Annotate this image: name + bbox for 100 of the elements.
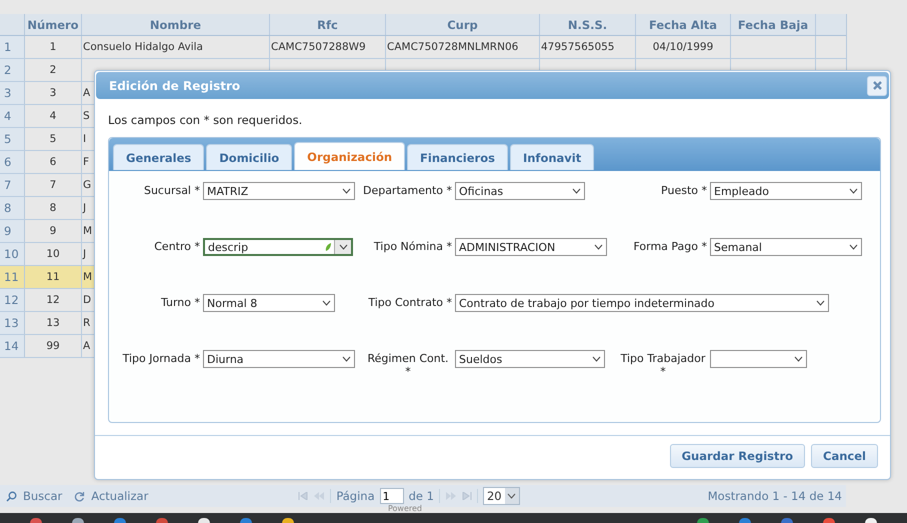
column-header[interactable]: Número [25, 14, 82, 35]
row-number[interactable]: 14 [0, 335, 25, 357]
table-cell: 13 [46, 317, 60, 329]
select-field[interactable]: Empleado [710, 182, 862, 200]
column-header[interactable]: N.S.S. [540, 14, 636, 35]
column-header[interactable]: Curp [386, 14, 540, 35]
table-cell: R [83, 317, 90, 329]
row-number[interactable]: 9 [0, 220, 25, 242]
table-cell: A [83, 87, 90, 99]
row-number[interactable]: 1 [0, 36, 25, 58]
row-number[interactable]: 5 [0, 128, 25, 150]
refresh-button[interactable]: Actualizar [72, 489, 150, 503]
required-note: Los campos con * son requeridos. [108, 113, 304, 127]
select-field[interactable]: Normal 8 [203, 294, 335, 312]
chevron-down-icon [794, 356, 802, 362]
table-cell: CAMC7507288W9 [271, 41, 366, 53]
table-cell: 1 [50, 41, 56, 53]
table-cell: A [83, 340, 90, 352]
close-button[interactable] [867, 76, 887, 96]
select-field[interactable]: Contrato de trabajo por tiempo indeterminado [455, 294, 829, 312]
chevron-down-icon [322, 300, 330, 306]
column-header[interactable]: Nombre [82, 14, 270, 35]
row-number[interactable]: 10 [0, 243, 25, 265]
page-size-select[interactable]: 20 [482, 487, 520, 505]
field-label: Tipo Jornada * [122, 351, 201, 365]
field-label: Tipo Nómina * [374, 239, 453, 253]
table-cell: M [83, 271, 92, 283]
select-field[interactable]: Sueldos [455, 350, 605, 368]
close-icon [872, 81, 882, 90]
table-cell: 47957565055 [541, 41, 614, 53]
select-field[interactable]: descrip [203, 238, 353, 256]
row-number[interactable]: 12 [0, 289, 25, 311]
chevron-down-icon [338, 244, 348, 250]
chevron-down-icon [848, 244, 858, 250]
table-cell: 7 [50, 179, 56, 191]
tab[interactable]: Domicilio [206, 144, 292, 170]
tab[interactable]: Infonavit [510, 144, 594, 170]
table-cell: 2 [50, 64, 56, 76]
dialog-title: Edición de Registro [109, 78, 240, 92]
table-cell: S [83, 110, 90, 122]
field-label: Turno * [160, 295, 201, 309]
table-cell: 8 [50, 202, 56, 214]
cancel-button[interactable]: Cancel [811, 444, 878, 468]
chevron-down-icon [848, 188, 858, 194]
search-icon [6, 490, 17, 502]
chevron-down-icon [594, 244, 602, 250]
field-label: Régimen Cont. * [366, 351, 450, 378]
select-field[interactable] [710, 350, 807, 368]
app-icon[interactable] [72, 518, 84, 523]
chevron-down-icon [342, 188, 350, 194]
table-cell: J [83, 202, 86, 214]
table-cell: 4 [50, 110, 56, 122]
valid-icon [325, 242, 332, 252]
field-label: Forma Pago * [633, 239, 708, 253]
app-icon[interactable] [282, 518, 294, 523]
tab[interactable]: Organización [294, 142, 406, 170]
select-field[interactable]: Semanal [710, 238, 862, 256]
tab[interactable]: Financieros [407, 144, 508, 170]
chevron-down-icon [572, 188, 580, 194]
app-icon[interactable] [198, 518, 210, 523]
column-header[interactable]: Fecha Baja [731, 14, 816, 35]
row-number[interactable]: 4 [0, 105, 25, 127]
chevron-down-icon [507, 493, 516, 499]
select-field[interactable]: MATRIZ [203, 182, 355, 200]
field-label: Puesto * [661, 183, 708, 197]
select-field[interactable]: Diurna [203, 350, 355, 368]
chevron-down-icon [342, 356, 350, 362]
column-header[interactable]: Fecha Alta [636, 14, 731, 35]
tab[interactable]: Generales [113, 144, 204, 170]
row-number[interactable]: 7 [0, 174, 25, 196]
record-count: Mostrando 1 - 14 de 14 [708, 489, 842, 503]
page-count: de 1 [408, 489, 434, 503]
table-cell: G [83, 179, 92, 191]
page-input[interactable]: 1 [380, 488, 404, 504]
select-field[interactable]: ADMINISTRACION [455, 238, 607, 256]
app-icon[interactable] [865, 518, 877, 523]
search-button[interactable]: Buscar [4, 489, 64, 503]
field-label: Centro * [154, 239, 201, 253]
row-number[interactable]: 6 [0, 151, 25, 173]
field-label: Departamento * [362, 183, 453, 197]
column-header[interactable]: Rfc [270, 14, 386, 35]
table-cell: 11 [46, 271, 60, 283]
refresh-icon [74, 490, 86, 502]
table-cell: Consuelo Hidalgo Avila [83, 41, 203, 53]
chevron-down-icon [592, 356, 600, 362]
table-cell: 99 [46, 340, 60, 352]
table-cell: 6 [50, 156, 56, 168]
field-label: Tipo Trabajador * [620, 351, 706, 378]
select-field[interactable]: Oficinas [455, 182, 585, 200]
table-cell: 12 [46, 294, 60, 306]
field-label: Sucursal * [144, 183, 201, 197]
page-label: Página [336, 489, 375, 503]
table-cell: CAMC750728MNLMRN06 [387, 41, 518, 53]
row-number[interactable]: 3 [0, 82, 25, 104]
field-label: Tipo Contrato * [368, 295, 453, 309]
row-number[interactable]: 13 [0, 312, 25, 334]
save-button[interactable]: Guardar Registro [670, 444, 806, 468]
row-number[interactable]: 2 [0, 59, 25, 81]
row-number[interactable]: 8 [0, 197, 25, 219]
table-cell: 3 [50, 87, 56, 99]
